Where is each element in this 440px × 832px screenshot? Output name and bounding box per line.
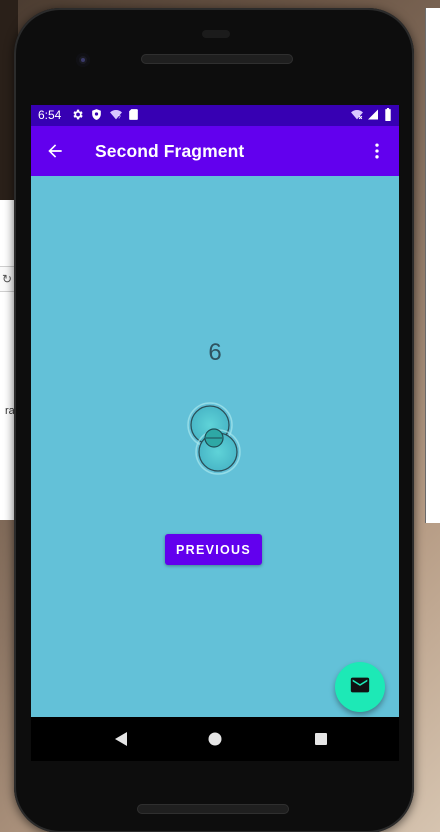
sd-card-icon — [128, 108, 141, 121]
front-camera — [76, 53, 90, 67]
bubbles-illustration — [186, 400, 246, 480]
mail-icon — [349, 674, 371, 701]
battery-icon — [384, 108, 392, 121]
home-circle-icon[interactable] — [203, 728, 227, 750]
device-screen: 6:54 ? Second Fragment 6 PREVIOUS — [31, 105, 399, 717]
settings-icon — [71, 108, 84, 121]
earpiece — [202, 30, 230, 38]
shield-icon — [90, 108, 103, 121]
background-window-left — [0, 200, 14, 520]
status-time: 6:54 — [38, 108, 62, 122]
phone-frame: 6:54 ? Second Fragment 6 PREVIOUS — [14, 8, 414, 832]
more-vert-icon[interactable] — [365, 139, 389, 163]
signal-icon — [367, 108, 380, 121]
back-triangle-icon[interactable] — [109, 728, 133, 750]
svg-text:?: ? — [118, 115, 121, 121]
top-speaker-grille — [141, 54, 293, 64]
app-bar: Second Fragment — [31, 126, 399, 176]
wifi-x-icon — [350, 108, 363, 121]
status-bar: 6:54 ? — [31, 105, 399, 126]
back-arrow-icon[interactable] — [43, 139, 67, 163]
email-fab[interactable] — [335, 662, 385, 712]
count-text: 6 — [208, 339, 222, 366]
background-window-right — [425, 8, 440, 523]
previous-button[interactable]: PREVIOUS — [165, 534, 262, 565]
navigation-bar — [31, 717, 399, 761]
app-title: Second Fragment — [95, 141, 245, 161]
refresh-icon[interactable]: ↻ — [0, 266, 15, 292]
bottom-speaker-grille — [137, 804, 289, 814]
recents-square-icon[interactable] — [309, 728, 333, 750]
wifi-question-icon: ? — [109, 108, 122, 121]
